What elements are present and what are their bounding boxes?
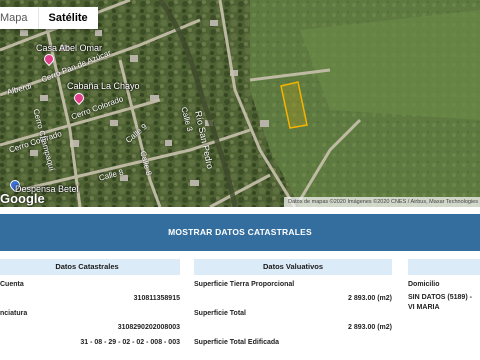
- row-label: Superficie Total: [194, 310, 246, 317]
- tab-mapa[interactable]: Mapa: [0, 7, 38, 29]
- row-value: 3108290202008003: [117, 324, 180, 331]
- row-label: Superficie Total Edificada: [194, 339, 280, 346]
- satellite-map[interactable]: Mapa Satélite Casa Abel Omar Cabaña La C…: [0, 0, 480, 207]
- row-label: Domicilio: [408, 281, 440, 288]
- address-panel: Domicilio SIN DATOS (5189) - VI MARIA: [408, 259, 480, 313]
- valuation-data-panel: Datos Valuativos Superficie Tierra Propo…: [194, 259, 392, 348]
- show-cadastral-data-button[interactable]: MOSTRAR DATOS CATASTRALES: [0, 214, 480, 251]
- row-value: 2 893.00 (m2): [348, 295, 392, 302]
- satellite-imagery: [0, 0, 480, 207]
- tab-satelite[interactable]: Satélite: [37, 7, 98, 29]
- row-label: Cuenta: [0, 281, 24, 288]
- row-value: 2 893.00 (m2): [348, 324, 392, 331]
- map-attribution[interactable]: Datos de mapas ©2020 Imágenes ©2020 CNES…: [284, 197, 480, 207]
- place-label[interactable]: Casa Abel Omar: [36, 43, 102, 53]
- row-label: Superficie Tierra Proporcional: [194, 281, 295, 288]
- row-label: nciatura: [0, 310, 28, 317]
- row-value: 310811358915: [133, 295, 180, 302]
- panel-title: Datos Catastrales: [0, 259, 180, 275]
- map-type-tabs: Mapa Satélite: [0, 7, 98, 29]
- panel-title: [408, 259, 480, 275]
- panel-title: Datos Valuativos: [194, 259, 392, 275]
- google-logo: Google: [0, 191, 45, 206]
- row-value: 31 - 08 - 29 - 02 - 02 - 008 - 003: [80, 339, 180, 346]
- place-label[interactable]: Cabaña La Chayo: [67, 81, 140, 91]
- address-value: SIN DATOS (5189) - VI MARIA: [408, 294, 472, 311]
- cadastral-data-panel: Datos Catastrales Cuenta 310811358915 nc…: [0, 259, 180, 348]
